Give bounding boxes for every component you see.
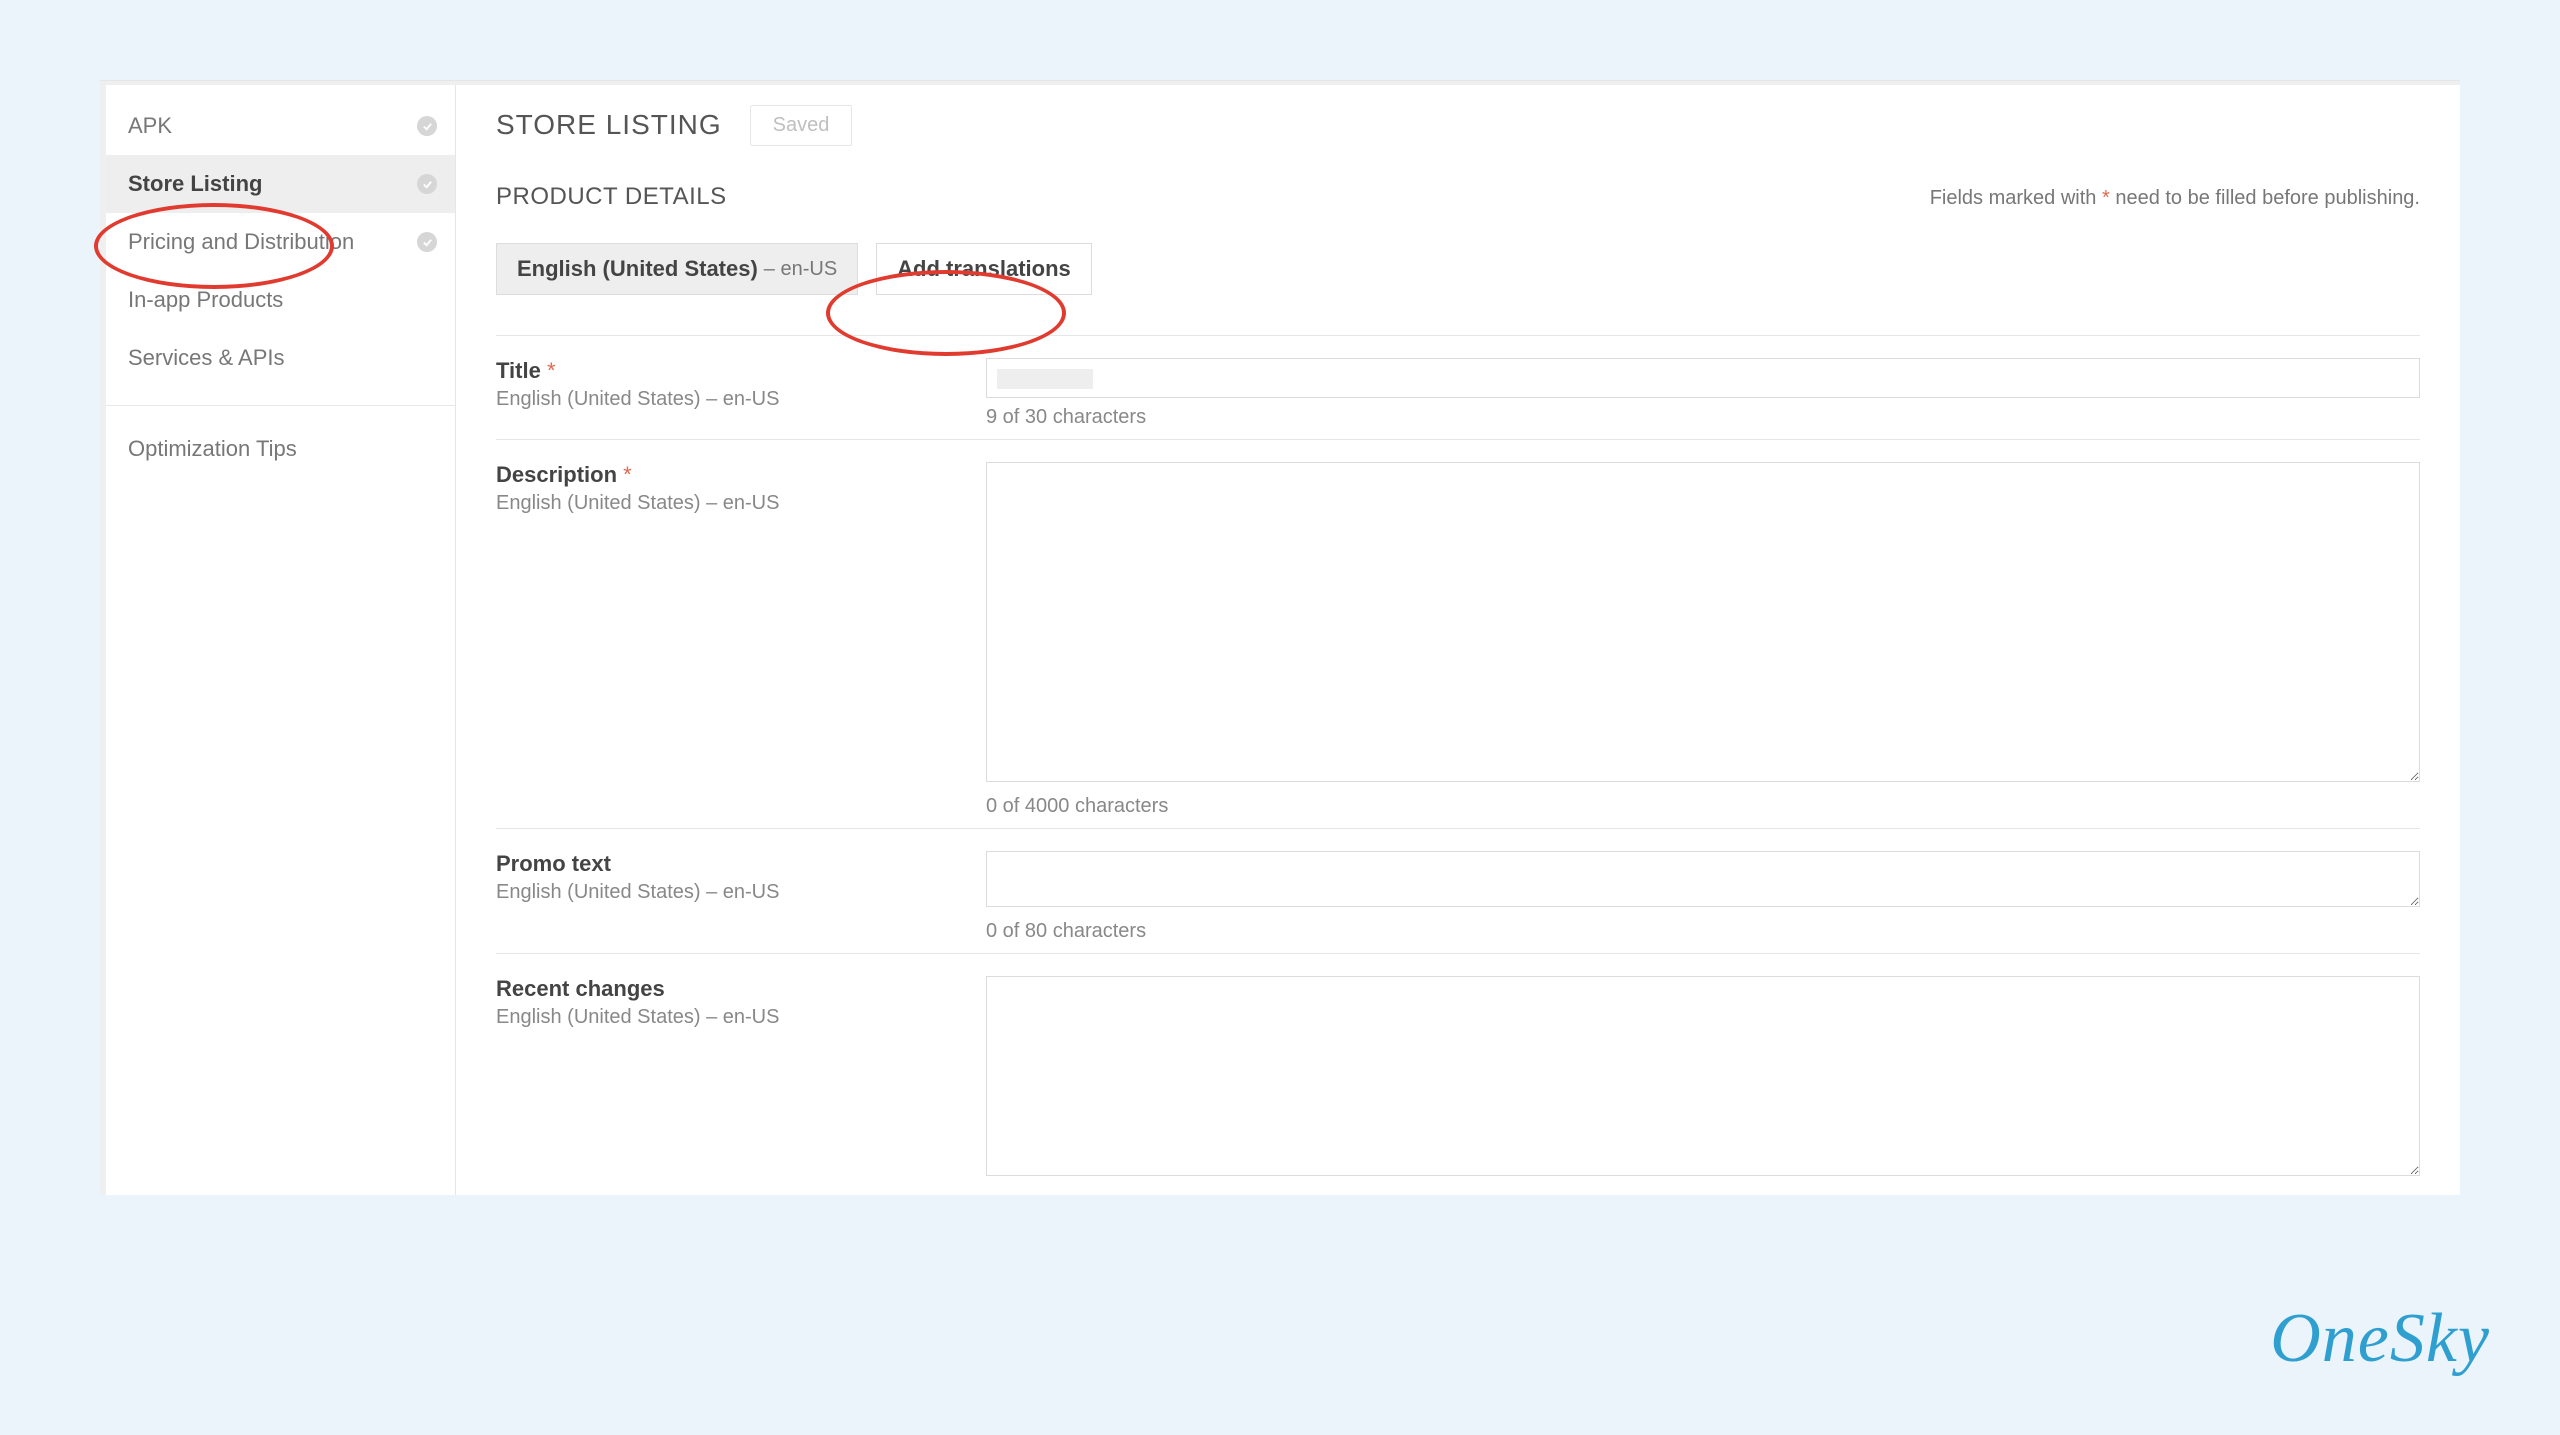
current-language-chip[interactable]: English (United States) – en-US [496, 243, 858, 295]
app-frame-outer: APK Store Listing Pricing and Distributi… [100, 80, 2460, 1195]
language-row: English (United States) – en-US Add tran… [496, 243, 2420, 295]
sidebar-item-inapp[interactable]: In-app Products [106, 271, 455, 329]
required-note-prefix: Fields marked with [1930, 187, 2102, 209]
title-input[interactable] [986, 358, 2420, 398]
app-frame: APK Store Listing Pricing and Distributi… [106, 85, 2460, 1195]
sidebar-separator [106, 405, 455, 406]
add-translations-label: Add translations [897, 256, 1071, 282]
field-label-col: Description * English (United States) – … [496, 462, 986, 818]
main-content: STORE LISTING Saved PRODUCT DETAILS Fiel… [456, 85, 2460, 1195]
field-sublabel: English (United States) – en-US [496, 492, 986, 515]
field-row-description: Description * English (United States) – … [496, 439, 2420, 828]
field-row-title: Title * English (United States) – en-US … [496, 335, 2420, 439]
sidebar-item-label: In-app Products [128, 287, 283, 313]
required-note: Fields marked with * need to be filled b… [1930, 187, 2420, 210]
add-translations-button[interactable]: Add translations [876, 243, 1092, 295]
current-language-name: English (United States) [517, 256, 758, 282]
recent-changes-input[interactable] [986, 976, 2420, 1176]
field-input-col [986, 976, 2420, 1181]
asterisk-icon: * [547, 358, 556, 383]
required-note-suffix: need to be filled before publishing. [2110, 187, 2420, 209]
sidebar-item-apk[interactable]: APK [106, 97, 455, 155]
page-title: STORE LISTING [496, 109, 722, 141]
field-label: Recent changes [496, 976, 986, 1002]
section-title: PRODUCT DETAILS [496, 183, 727, 211]
char-counter: 9 of 30 characters [986, 406, 2420, 429]
promo-input[interactable] [986, 851, 2420, 907]
sidebar-item-optimization-tips[interactable]: Optimization Tips [106, 424, 455, 474]
check-circle-icon [417, 174, 437, 194]
field-label-text: Recent changes [496, 976, 665, 1001]
check-circle-icon [417, 232, 437, 252]
sidebar-item-label: Services & APIs [128, 345, 285, 371]
sidebar-list: APK Store Listing Pricing and Distributi… [106, 85, 455, 474]
sidebar-item-services[interactable]: Services & APIs [106, 329, 455, 387]
asterisk-icon: * [623, 462, 632, 487]
section-header: PRODUCT DETAILS Fields marked with * nee… [496, 183, 2420, 211]
sidebar-item-label: APK [128, 113, 172, 139]
field-label-col: Recent changes English (United States) –… [496, 976, 986, 1181]
field-row-promo: Promo text English (United States) – en-… [496, 828, 2420, 953]
field-input-col: 0 of 4000 characters [986, 462, 2420, 818]
field-label: Promo text [496, 851, 986, 877]
sidebar-item-pricing[interactable]: Pricing and Distribution [106, 213, 455, 271]
field-input-col: 0 of 80 characters [986, 851, 2420, 943]
asterisk-icon: * [2102, 187, 2110, 209]
sidebar-item-label: Pricing and Distribution [128, 229, 354, 255]
sidebar-item-label: Optimization Tips [128, 436, 297, 462]
onesky-logo: OneSky [2270, 1299, 2490, 1379]
field-sublabel: English (United States) – en-US [496, 1006, 986, 1029]
field-label: Title * [496, 358, 986, 384]
check-circle-icon [417, 116, 437, 136]
saved-status: Saved [750, 105, 853, 146]
current-language-code: – en-US [764, 258, 837, 281]
sidebar-item-label: Store Listing [128, 171, 262, 197]
sidebar: APK Store Listing Pricing and Distributi… [106, 85, 456, 1195]
char-counter: 0 of 80 characters [986, 920, 2420, 943]
field-label-text: Description [496, 462, 617, 487]
page-header: STORE LISTING Saved [496, 95, 2420, 155]
char-counter: 0 of 4000 characters [986, 795, 2420, 818]
fieldset: Title * English (United States) – en-US … [496, 335, 2420, 1191]
field-label-text: Promo text [496, 851, 611, 876]
field-sublabel: English (United States) – en-US [496, 881, 986, 904]
field-label-col: Title * English (United States) – en-US [496, 358, 986, 429]
description-input[interactable] [986, 462, 2420, 782]
sidebar-item-store-listing[interactable]: Store Listing [106, 155, 455, 213]
field-label-col: Promo text English (United States) – en-… [496, 851, 986, 943]
field-row-recent: Recent changes English (United States) –… [496, 953, 2420, 1191]
field-input-col: 9 of 30 characters [986, 358, 2420, 429]
field-sublabel: English (United States) – en-US [496, 388, 986, 411]
field-label: Description * [496, 462, 986, 488]
field-label-text: Title [496, 358, 541, 383]
redacted-content [997, 369, 1093, 389]
